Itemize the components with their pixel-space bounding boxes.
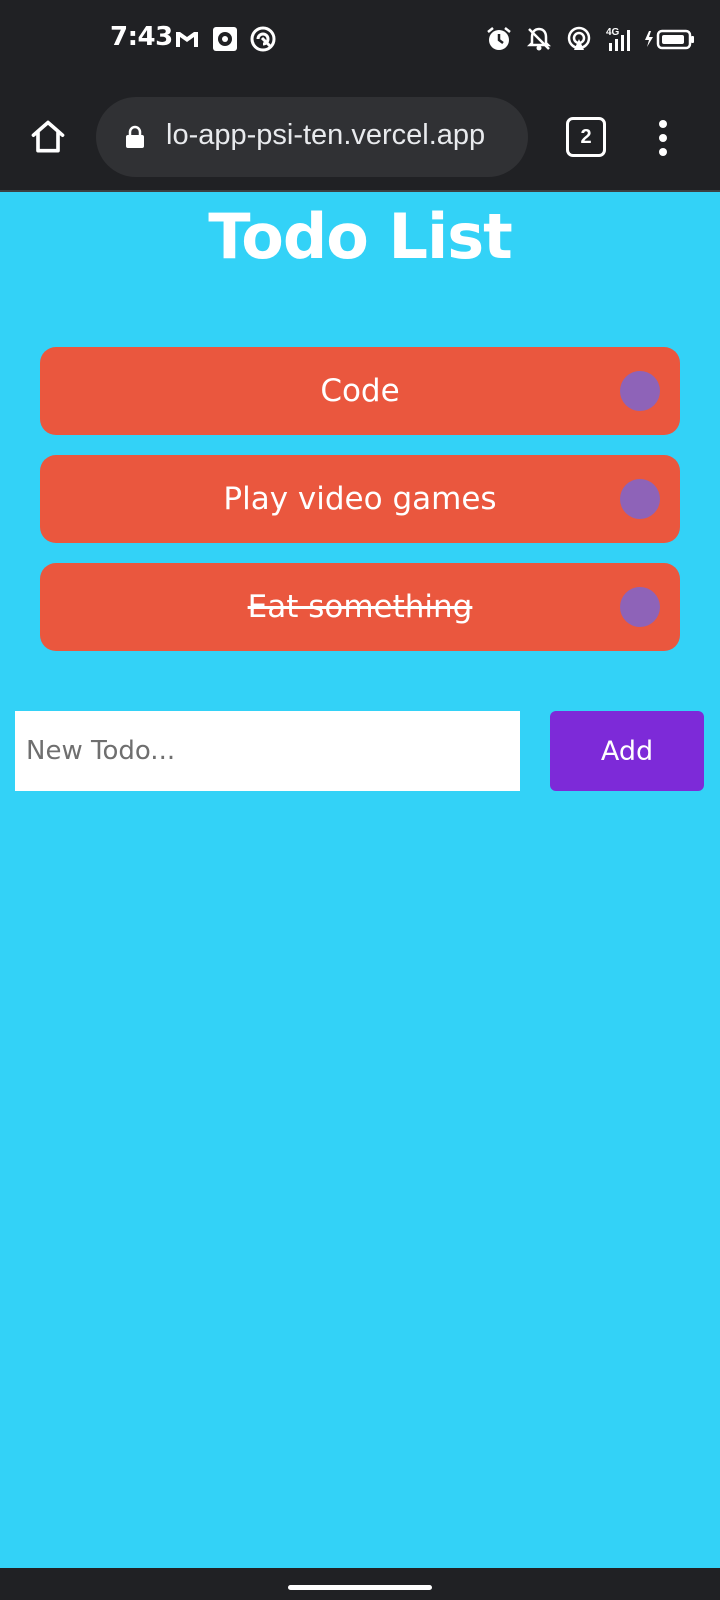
todo-text: Play video games bbox=[223, 481, 497, 517]
todo-list: Code Play video games Eat something bbox=[40, 347, 680, 671]
hotspot-icon bbox=[564, 24, 594, 54]
system-icons: 4G bbox=[484, 24, 696, 54]
gesture-nav-bar bbox=[0, 1568, 720, 1600]
music-app-icon bbox=[210, 24, 240, 54]
todo-toggle-button[interactable] bbox=[620, 479, 660, 519]
address-bar[interactable]: lo-app-psi-ten.vercel.app bbox=[96, 97, 528, 177]
new-todo-input[interactable] bbox=[15, 711, 520, 791]
todo-item[interactable]: Eat something bbox=[40, 563, 680, 651]
add-todo-button[interactable]: Add bbox=[550, 711, 704, 791]
vpn-app-icon bbox=[248, 24, 278, 54]
home-gesture-handle[interactable] bbox=[288, 1585, 432, 1590]
menu-dot bbox=[659, 134, 667, 142]
todo-item[interactable]: Code bbox=[40, 347, 680, 435]
notification-icons bbox=[172, 24, 278, 54]
todo-text: Eat something bbox=[247, 589, 473, 625]
todo-toggle-button[interactable] bbox=[620, 371, 660, 411]
todo-text: Code bbox=[320, 373, 400, 409]
battery-charging-icon bbox=[644, 24, 696, 54]
status-bar: 7:43 4G bbox=[0, 0, 720, 82]
todo-toggle-button[interactable] bbox=[620, 587, 660, 627]
signal-4g-icon: 4G bbox=[604, 24, 634, 54]
alarm-icon bbox=[484, 24, 514, 54]
tab-switcher-button[interactable]: 2 bbox=[566, 117, 606, 157]
more-options-icon[interactable] bbox=[648, 116, 678, 160]
menu-dot bbox=[659, 120, 667, 128]
browser-toolbar: lo-app-psi-ten.vercel.app 2 bbox=[0, 82, 720, 192]
status-time: 7:43 bbox=[110, 22, 173, 52]
svg-text:4G: 4G bbox=[606, 27, 620, 38]
todo-item[interactable]: Play video games bbox=[40, 455, 680, 543]
menu-dot bbox=[659, 148, 667, 156]
page-title: Todo List bbox=[208, 200, 513, 273]
notifications-off-icon bbox=[524, 24, 554, 54]
url-text: lo-app-psi-ten.vercel.app bbox=[166, 119, 486, 151]
gmail-icon bbox=[172, 24, 202, 54]
lock-icon bbox=[126, 125, 144, 148]
home-button[interactable] bbox=[26, 115, 70, 159]
home-icon bbox=[31, 120, 65, 153]
